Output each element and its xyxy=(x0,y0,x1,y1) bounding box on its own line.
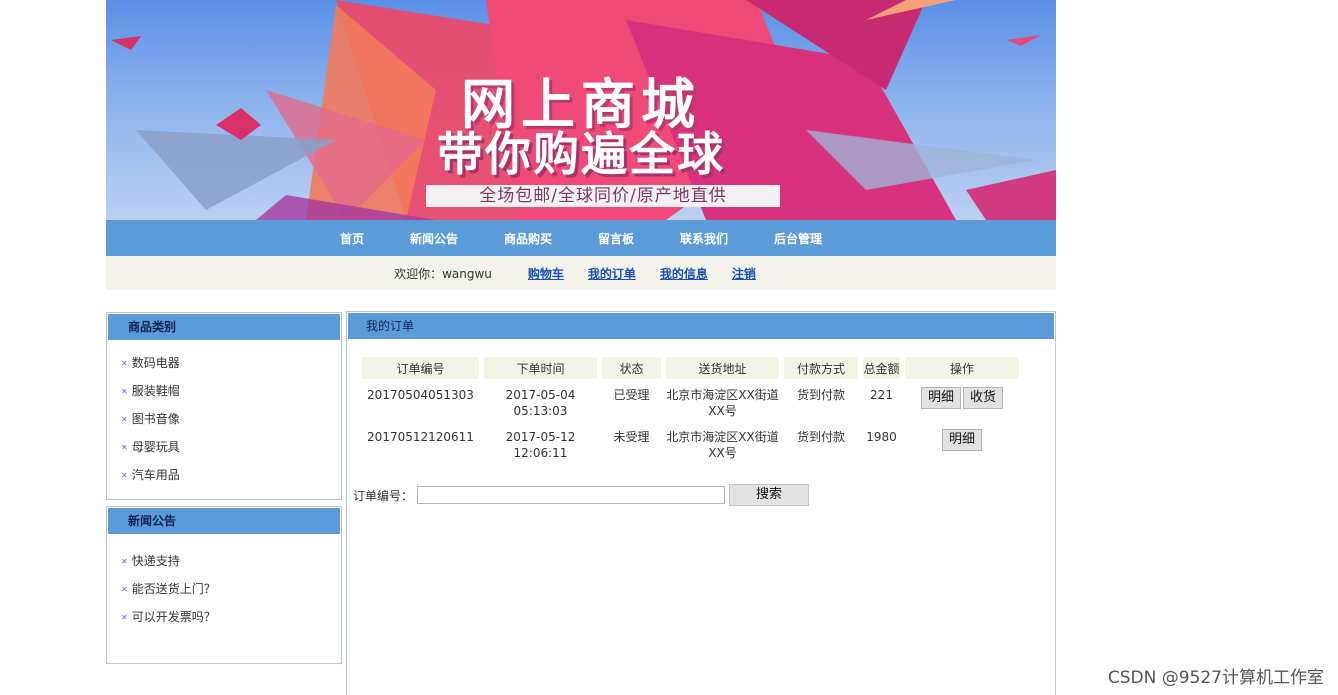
order-id: 20170512120611 xyxy=(367,430,474,444)
order-total: 1980 xyxy=(866,430,897,444)
order-total: 221 xyxy=(870,388,893,402)
col-total: 总金额 xyxy=(863,357,900,379)
bullet-icon: ✕ xyxy=(121,556,128,566)
bullet-icon: ✕ xyxy=(121,470,128,480)
receive-button[interactable]: 收货 xyxy=(963,387,1004,409)
banner-subtitle: 带你购遍全球 xyxy=(437,127,725,181)
search-button[interactable]: 搜索 xyxy=(729,484,810,506)
table-row: 20170512120611 2017-05-12 12:06:11 未受理 北京… xyxy=(362,421,1019,463)
col-payment: 付款方式 xyxy=(784,357,858,379)
bullet-icon: ✕ xyxy=(121,358,128,368)
category-title: 商品类别 xyxy=(108,314,340,340)
order-address: 北京市海淀区XX街道 XX号 xyxy=(666,388,779,418)
news-title: 新闻公告 xyxy=(108,508,340,534)
order-status: 已受理 xyxy=(613,388,650,402)
order-search: 订单编号： 搜索 xyxy=(353,484,810,506)
order-status: 未受理 xyxy=(613,430,650,444)
my-orders-link[interactable]: 我的订单 xyxy=(588,265,636,282)
my-info-link[interactable]: 我的信息 xyxy=(660,265,708,282)
category-item[interactable]: ✕ 图书音像 xyxy=(107,405,341,433)
order-payment: 货到付款 xyxy=(796,388,845,402)
nav-home[interactable]: 首页 xyxy=(340,230,364,247)
page: 网上商城 带你购遍全球 全场包邮/全球同价/原产地直供 首页 新闻公告 商品购买… xyxy=(106,0,1056,695)
col-order-id: 订单编号 xyxy=(362,357,479,379)
category-panel: 商品类别 ✕ 数码电器 ✕ 服装鞋帽 ✕ 图书音像 ✕ 母婴玩具 ✕ 汽车用品 xyxy=(106,312,342,500)
bullet-icon: ✕ xyxy=(121,612,128,622)
category-item[interactable]: ✕ 数码电器 xyxy=(107,349,341,377)
bullet-icon: ✕ xyxy=(121,386,128,396)
order-actions: 明细 收货 xyxy=(905,379,1019,421)
search-label: 订单编号： xyxy=(353,488,414,503)
bullet-icon: ✕ xyxy=(121,414,128,424)
order-id: 20170504051303 xyxy=(367,388,474,402)
news-item[interactable]: ✕ 可以开发票吗？ xyxy=(107,603,341,631)
logout-link[interactable]: 注销 xyxy=(732,265,756,282)
nav-shop[interactable]: 商品购买 xyxy=(504,230,552,247)
detail-button[interactable]: 明细 xyxy=(941,429,982,451)
nav-news[interactable]: 新闻公告 xyxy=(410,230,458,247)
col-address: 送货地址 xyxy=(666,357,779,379)
news-panel: 新闻公告 ✕ 快递支持 ✕ 能否送货上门？ ✕ 可以开发票吗？ xyxy=(106,506,342,664)
order-payment: 货到付款 xyxy=(796,430,845,444)
orders-title: 我的订单 xyxy=(348,313,1054,339)
bullet-icon: ✕ xyxy=(121,442,128,452)
col-order-time: 下单时间 xyxy=(484,357,597,379)
news-item[interactable]: ✕ 快递支持 xyxy=(107,547,341,575)
order-time: 2017-05-04 05:13:03 xyxy=(505,388,576,418)
bullet-icon: ✕ xyxy=(121,584,128,594)
detail-button[interactable]: 明细 xyxy=(920,387,961,409)
order-actions: 明细 xyxy=(905,421,1019,463)
order-address: 北京市海淀区XX街道 XX号 xyxy=(666,430,779,460)
category-item[interactable]: ✕ 母婴玩具 xyxy=(107,433,341,461)
category-item[interactable]: ✕ 服装鞋帽 xyxy=(107,377,341,405)
cart-link[interactable]: 购物车 xyxy=(528,265,564,282)
order-time: 2017-05-12 12:06:11 xyxy=(505,430,576,460)
nav-contact[interactable]: 联系我们 xyxy=(680,230,728,247)
category-item[interactable]: ✕ 汽车用品 xyxy=(107,461,341,489)
banner-tagline: 全场包邮/全球同价/原产地直供 xyxy=(426,185,780,207)
col-actions: 操作 xyxy=(905,357,1019,379)
welcome-bar: 欢迎你：wangwu 购物车 我的订单 我的信息 注销 xyxy=(106,256,1056,290)
col-status: 状态 xyxy=(602,357,661,379)
banner: 网上商城 带你购遍全球 全场包邮/全球同价/原产地直供 xyxy=(106,0,1056,220)
table-row: 20170504051303 2017-05-04 05:13:03 已受理 北京… xyxy=(362,379,1019,421)
welcome-text: 欢迎你：wangwu xyxy=(394,266,492,281)
news-item[interactable]: ✕ 能否送货上门？ xyxy=(107,575,341,603)
orders-table: 订单编号 下单时间 状态 送货地址 付款方式 总金额 操作 2017050405… xyxy=(357,357,1024,463)
main-nav: 首页 新闻公告 商品购买 留言板 联系我们 后台管理 xyxy=(106,220,1056,256)
watermark: CSDN @9527计算机工作室 xyxy=(1107,668,1324,688)
orders-panel: 我的订单 订单编号 下单时间 状态 送货地址 付款方式 总金额 操作 20170… xyxy=(346,311,1056,695)
order-id-input[interactable] xyxy=(417,486,726,504)
nav-admin[interactable]: 后台管理 xyxy=(774,230,822,247)
nav-guestbook[interactable]: 留言板 xyxy=(598,230,634,247)
